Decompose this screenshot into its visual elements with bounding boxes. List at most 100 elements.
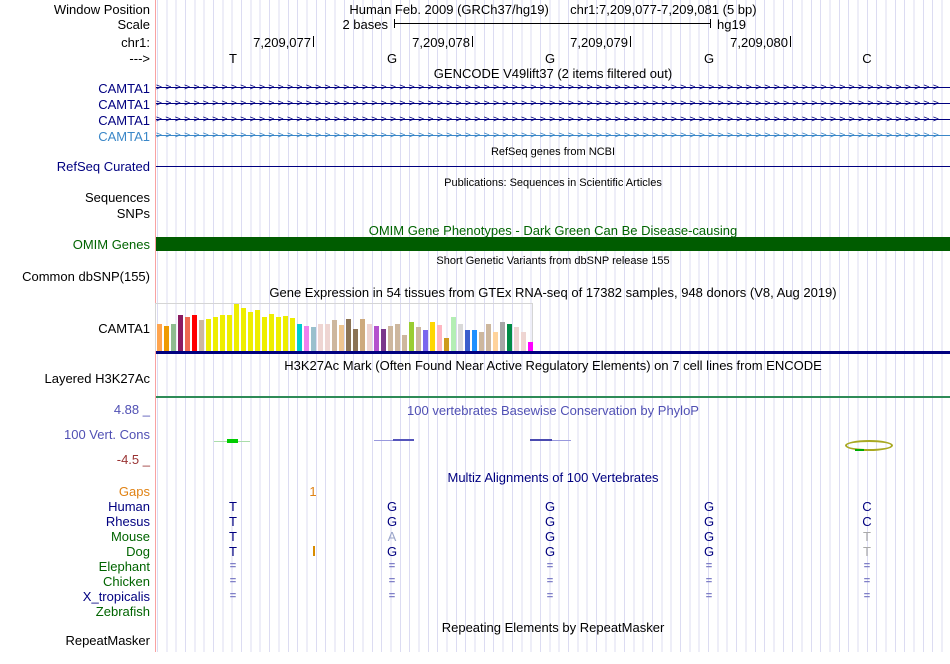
multiz-base-cell[interactable]: = — [538, 560, 562, 572]
gencode-gene-label-2[interactable]: CAMTA1 — [98, 97, 150, 112]
multiz-base-cell[interactable]: T — [221, 514, 245, 529]
gtex-tissue-bar-31[interactable] — [367, 324, 372, 351]
gtex-tissue-bar-20[interactable] — [290, 318, 295, 351]
gtex-tissue-bar-1[interactable] — [157, 324, 162, 351]
multiz-base-cell[interactable]: A — [380, 529, 404, 544]
multiz-species-label-rhesus[interactable]: Rhesus — [106, 514, 150, 529]
gene-strand-arrows[interactable]: >>>>>>>>>>>>>>>>>>>>>>>>>>>>>>>>>>>>>>>>… — [156, 114, 950, 126]
gene-strand-arrows[interactable]: >>>>>>>>>>>>>>>>>>>>>>>>>>>>>>>>>>>>>>>>… — [156, 98, 950, 110]
gtex-tissue-bar-24[interactable] — [318, 324, 323, 351]
multiz-base-cell[interactable]: T — [855, 544, 879, 559]
multiz-species-label-human[interactable]: Human — [108, 499, 150, 514]
gtex-tissue-bar-18[interactable] — [276, 317, 281, 351]
gtex-tissue-bar-11[interactable] — [227, 315, 232, 351]
gtex-tissue-bar-37[interactable] — [409, 322, 414, 351]
refseq-curated-label[interactable]: RefSeq Curated — [57, 159, 150, 174]
gtex-tissue-bar-47[interactable] — [479, 332, 484, 351]
gtex-tissue-bar-35[interactable] — [395, 324, 400, 351]
gtex-tissue-bar-13[interactable] — [241, 308, 246, 351]
multiz-base-cell[interactable]: G — [538, 514, 562, 529]
common-dbsnp-label[interactable]: Common dbSNP(155) — [22, 269, 150, 284]
multiz-base-cell[interactable]: = — [380, 575, 404, 587]
multiz-insertion-tick[interactable] — [313, 546, 315, 556]
refseq-gene-line[interactable] — [156, 166, 950, 167]
gtex-tissue-bar-33[interactable] — [381, 329, 386, 351]
gtex-tissue-bar-28[interactable] — [346, 319, 351, 351]
gencode-gene-label-3[interactable]: CAMTA1 — [98, 113, 150, 128]
gtex-gene-label[interactable]: CAMTA1 — [98, 321, 150, 336]
multiz-base-cell[interactable]: = — [697, 560, 721, 572]
multiz-species-label-gaps[interactable]: Gaps — [119, 484, 150, 499]
snps-track-label[interactable]: SNPs — [117, 206, 150, 221]
multiz-base-cell[interactable]: T — [855, 529, 879, 544]
multiz-base-cell[interactable]: T — [221, 529, 245, 544]
conservation-score-mark[interactable] — [855, 449, 864, 451]
multiz-base-cell[interactable]: = — [855, 590, 879, 602]
omim-genes-label[interactable]: OMIM Genes — [73, 237, 150, 252]
conservation-score-mark[interactable] — [214, 441, 228, 442]
multiz-base-cell[interactable]: = — [221, 575, 245, 587]
gtex-tissue-bar-16[interactable] — [262, 317, 267, 351]
sequences-track-label[interactable]: Sequences — [85, 190, 150, 205]
gtex-gene-model-line[interactable] — [156, 351, 950, 354]
gtex-tissue-bar-17[interactable] — [269, 314, 274, 351]
multiz-species-label-x_tropicalis[interactable]: X_tropicalis — [83, 589, 150, 604]
gtex-tissue-bar-42[interactable] — [444, 338, 449, 351]
conservation-ellipse-mark[interactable] — [845, 440, 893, 451]
gtex-tissue-bar-45[interactable] — [465, 330, 470, 351]
gtex-tissue-bar-53[interactable] — [521, 332, 526, 351]
conservation-score-mark[interactable] — [552, 440, 571, 441]
gtex-tissue-bar-10[interactable] — [220, 315, 225, 351]
gtex-tissue-bar-5[interactable] — [185, 317, 190, 351]
multiz-base-cell[interactable]: C — [855, 499, 879, 514]
gene-strand-arrows[interactable]: >>>>>>>>>>>>>>>>>>>>>>>>>>>>>>>>>>>>>>>>… — [156, 82, 950, 94]
gtex-tissue-bar-4[interactable] — [178, 315, 183, 351]
gtex-tissue-bar-36[interactable] — [402, 335, 407, 351]
multiz-base-cell[interactable]: G — [538, 544, 562, 559]
multiz-species-label-chicken[interactable]: Chicken — [103, 574, 150, 589]
gtex-tissue-bar-41[interactable] — [437, 325, 442, 351]
omim-gene-bar[interactable] — [156, 237, 950, 251]
conservation-score-mark[interactable] — [530, 439, 552, 441]
conservation-score-mark[interactable] — [238, 441, 250, 442]
gtex-tissue-bar-8[interactable] — [206, 319, 211, 351]
multiz-base-cell[interactable]: G — [697, 499, 721, 514]
gencode-gene-label-4[interactable]: CAMTA1 — [98, 129, 150, 144]
multiz-base-cell[interactable]: = — [538, 590, 562, 602]
gtex-tissue-bar-30[interactable] — [360, 319, 365, 351]
gtex-tissue-bar-44[interactable] — [458, 324, 463, 351]
multiz-species-label-zebrafish[interactable]: Zebrafish — [96, 604, 150, 619]
multiz-base-cell[interactable]: = — [380, 590, 404, 602]
gtex-tissue-bar-12[interactable] — [234, 304, 239, 351]
gtex-tissue-bar-3[interactable] — [171, 324, 176, 351]
gtex-tissue-bar-25[interactable] — [325, 324, 330, 351]
multiz-gap-count[interactable]: 1 — [301, 484, 325, 499]
gtex-tissue-bar-23[interactable] — [311, 327, 316, 351]
multiz-base-cell[interactable]: = — [538, 575, 562, 587]
gtex-tissue-bar-38[interactable] — [416, 327, 421, 351]
multiz-species-label-dog[interactable]: Dog — [126, 544, 150, 559]
multiz-base-cell[interactable]: G — [380, 499, 404, 514]
multiz-base-cell[interactable]: G — [538, 529, 562, 544]
gtex-tissue-bar-39[interactable] — [423, 330, 428, 351]
gtex-tissue-bar-29[interactable] — [353, 329, 358, 351]
gtex-tissue-bar-34[interactable] — [388, 326, 393, 351]
gene-strand-arrows[interactable]: >>>>>>>>>>>>>>>>>>>>>>>>>>>>>>>>>>>>>>>>… — [156, 130, 950, 142]
gtex-tissue-bar-7[interactable] — [199, 320, 204, 351]
layered-h3k27ac-label[interactable]: Layered H3K27Ac — [44, 371, 150, 386]
gtex-tissue-bar-21[interactable] — [297, 324, 302, 351]
multiz-base-cell[interactable]: G — [697, 529, 721, 544]
multiz-base-cell[interactable]: C — [855, 514, 879, 529]
gtex-tissue-bar-54[interactable] — [528, 342, 533, 351]
multiz-base-cell[interactable]: = — [855, 575, 879, 587]
multiz-base-cell[interactable]: G — [697, 544, 721, 559]
gtex-tissue-bar-2[interactable] — [164, 326, 169, 351]
gtex-tissue-bar-22[interactable] — [304, 326, 309, 351]
gtex-tissue-bar-27[interactable] — [339, 325, 344, 351]
gtex-tissue-bar-52[interactable] — [514, 327, 519, 351]
conservation-score-mark[interactable] — [374, 440, 394, 441]
gtex-tissue-bar-49[interactable] — [493, 332, 498, 351]
conservation-score-mark[interactable] — [393, 439, 414, 441]
gtex-tissue-bar-51[interactable] — [507, 324, 512, 351]
gtex-tissue-bar-15[interactable] — [255, 310, 260, 351]
